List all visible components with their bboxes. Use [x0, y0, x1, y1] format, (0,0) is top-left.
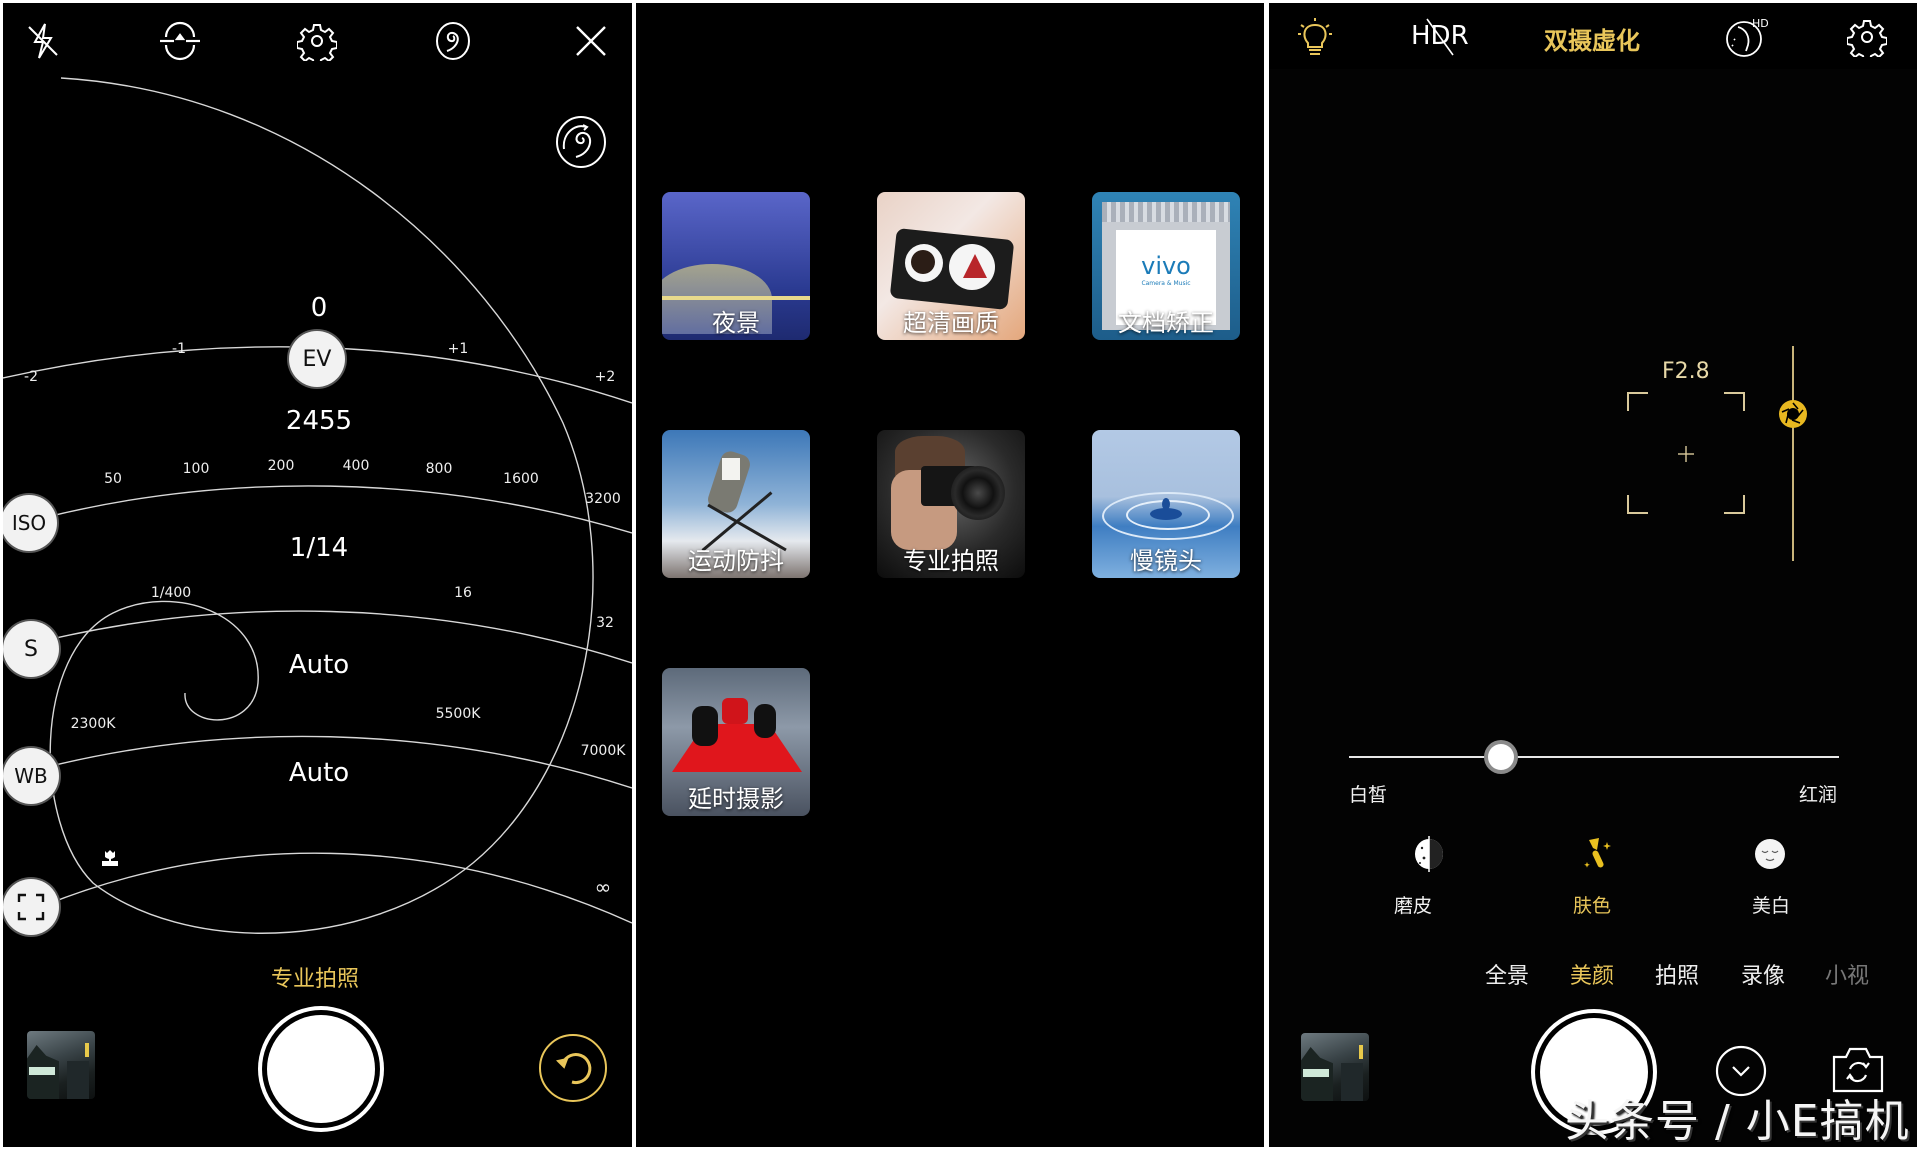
macro-flower-icon: [101, 849, 119, 867]
ev-dial-handle[interactable]: EV: [289, 331, 345, 387]
beauty-option-label: 磨皮: [1393, 895, 1433, 917]
iso-tick: 400: [342, 458, 370, 474]
iso-tick: 1600: [503, 471, 539, 487]
tile-label: 专业拍照: [903, 547, 999, 575]
infinity-tick: ∞: [594, 875, 612, 899]
mode-tab-beauty[interactable]: 美颜: [1570, 958, 1614, 990]
beauty-option-label-active: 肤色: [1572, 895, 1612, 917]
light-bulb-icon[interactable]: [1297, 17, 1333, 57]
pro-mode-panel: 0 -2 -1 +1 +2 EV 2455 50 100 200 400 800…: [3, 3, 632, 1147]
beauty-option-label: 美白: [1751, 895, 1791, 917]
ev-tick: -2: [24, 369, 38, 385]
ev-value: 0: [310, 293, 328, 323]
whitening-face-icon: [1755, 839, 1785, 869]
skin-tone-slider-track[interactable]: [1349, 756, 1839, 758]
focus-dial-handle[interactable]: [3, 879, 59, 935]
ev-tick: +1: [447, 341, 469, 357]
mode-tile-ultra-hd[interactable]: 超清画质: [877, 192, 1025, 340]
ev-tick: +2: [594, 369, 616, 385]
focus-frame[interactable]: [1626, 391, 1746, 515]
aperture-value: F2.8: [1662, 359, 1710, 384]
shutter-tick: 32: [596, 615, 614, 631]
mode-tile-pro-photo[interactable]: 专业拍照: [877, 430, 1025, 578]
shutter-value: 1/14: [289, 533, 349, 563]
hdr-off-slash-icon: [1426, 18, 1454, 56]
tile-label: 夜景: [712, 309, 760, 337]
iso-tick: 50: [104, 471, 122, 487]
aperture-slider-track[interactable]: [1792, 346, 1794, 561]
reset-icon[interactable]: [538, 1033, 608, 1103]
mode-tab-photo[interactable]: 拍照: [1655, 958, 1699, 990]
tile-label: 超清画质: [903, 309, 999, 337]
beauty-option-skin-tone[interactable]: [1583, 836, 1613, 876]
mode-tab-panorama[interactable]: 全景: [1485, 958, 1529, 990]
smoothing-icon: [1415, 836, 1443, 872]
shutter-button[interactable]: [267, 1015, 375, 1123]
tile-label: 延时摄影: [688, 785, 784, 813]
shutter-tick: 16: [454, 585, 472, 601]
beauty-option-smoothing[interactable]: [1413, 836, 1445, 876]
mode-grid-panel: 夜景 超清画质 vivo Camera & Music 文档矫正 运动防抖 专业…: [636, 3, 1264, 1147]
focus-frame-icon: [17, 893, 45, 921]
wb-tick: 2300K: [70, 716, 116, 732]
mode-tile-document[interactable]: vivo Camera & Music 文档矫正: [1092, 192, 1240, 340]
tile-inner-subtitle: Camera & Music: [1141, 280, 1191, 287]
mode-tile-night[interactable]: 夜景: [662, 192, 810, 340]
iso-dial-handle[interactable]: ISO: [3, 495, 57, 551]
skin-tone-slider-handle[interactable]: [1488, 744, 1514, 770]
shutter-speed-dial-handle[interactable]: S: [3, 621, 59, 677]
tile-inner-brand: vivo: [1141, 252, 1191, 280]
beauty-mode-panel: HDR 双摄虚化 HD F2.8 白皙 红润: [1269, 3, 1917, 1147]
slider-left-label: 白皙: [1349, 784, 1388, 806]
tile-label: 运动防抖: [688, 547, 784, 575]
hdr-toggle[interactable]: HDR: [1411, 18, 1469, 56]
mode-tile-time-lapse[interactable]: 延时摄影: [662, 668, 810, 816]
skin-tone-brush-icon: [1584, 838, 1611, 868]
aperture-slider-handle[interactable]: [1778, 399, 1808, 429]
mode-tab-short-video[interactable]: 小视: [1825, 958, 1869, 990]
mode-tab-video[interactable]: 录像: [1741, 958, 1785, 990]
hd-badge: HD: [1752, 17, 1769, 30]
ev-tick: -1: [172, 341, 186, 357]
iso-value: 2455: [285, 406, 353, 436]
gallery-thumbnail[interactable]: [27, 1031, 95, 1099]
mode-tile-slow-motion[interactable]: 慢镜头: [1092, 430, 1240, 578]
mode-tile-sports-stabilize[interactable]: 运动防抖: [662, 430, 810, 578]
gallery-thumbnail[interactable]: [1301, 1033, 1369, 1101]
settings-icon[interactable]: [1847, 17, 1887, 57]
dual-camera-bokeh-title[interactable]: 双摄虚化: [1544, 21, 1640, 56]
focus-value: Auto: [288, 650, 350, 680]
beauty-option-whitening[interactable]: [1754, 838, 1786, 874]
iso-tick: 100: [182, 461, 210, 477]
wb-tick: 7000K: [580, 743, 626, 759]
wb-tick: 5500K: [435, 706, 481, 722]
wb-value: Auto: [288, 758, 350, 788]
iso-tick: 800: [425, 461, 453, 477]
iso-tick: 200: [267, 458, 295, 474]
iso-tick: 3200: [585, 491, 621, 507]
hd-portrait-icon[interactable]: HD: [1724, 15, 1770, 59]
watermark-text: 头条号 / 小E搞机: [1565, 1096, 1910, 1147]
tile-label: 慢镜头: [1130, 547, 1202, 575]
white-balance-dial-handle[interactable]: WB: [3, 748, 59, 804]
shutter-tick: 1/400: [150, 585, 192, 601]
slider-right-label: 红润: [1799, 784, 1838, 806]
mode-label: 专业拍照: [271, 967, 360, 992]
tile-label: 文档矫正: [1118, 309, 1214, 337]
